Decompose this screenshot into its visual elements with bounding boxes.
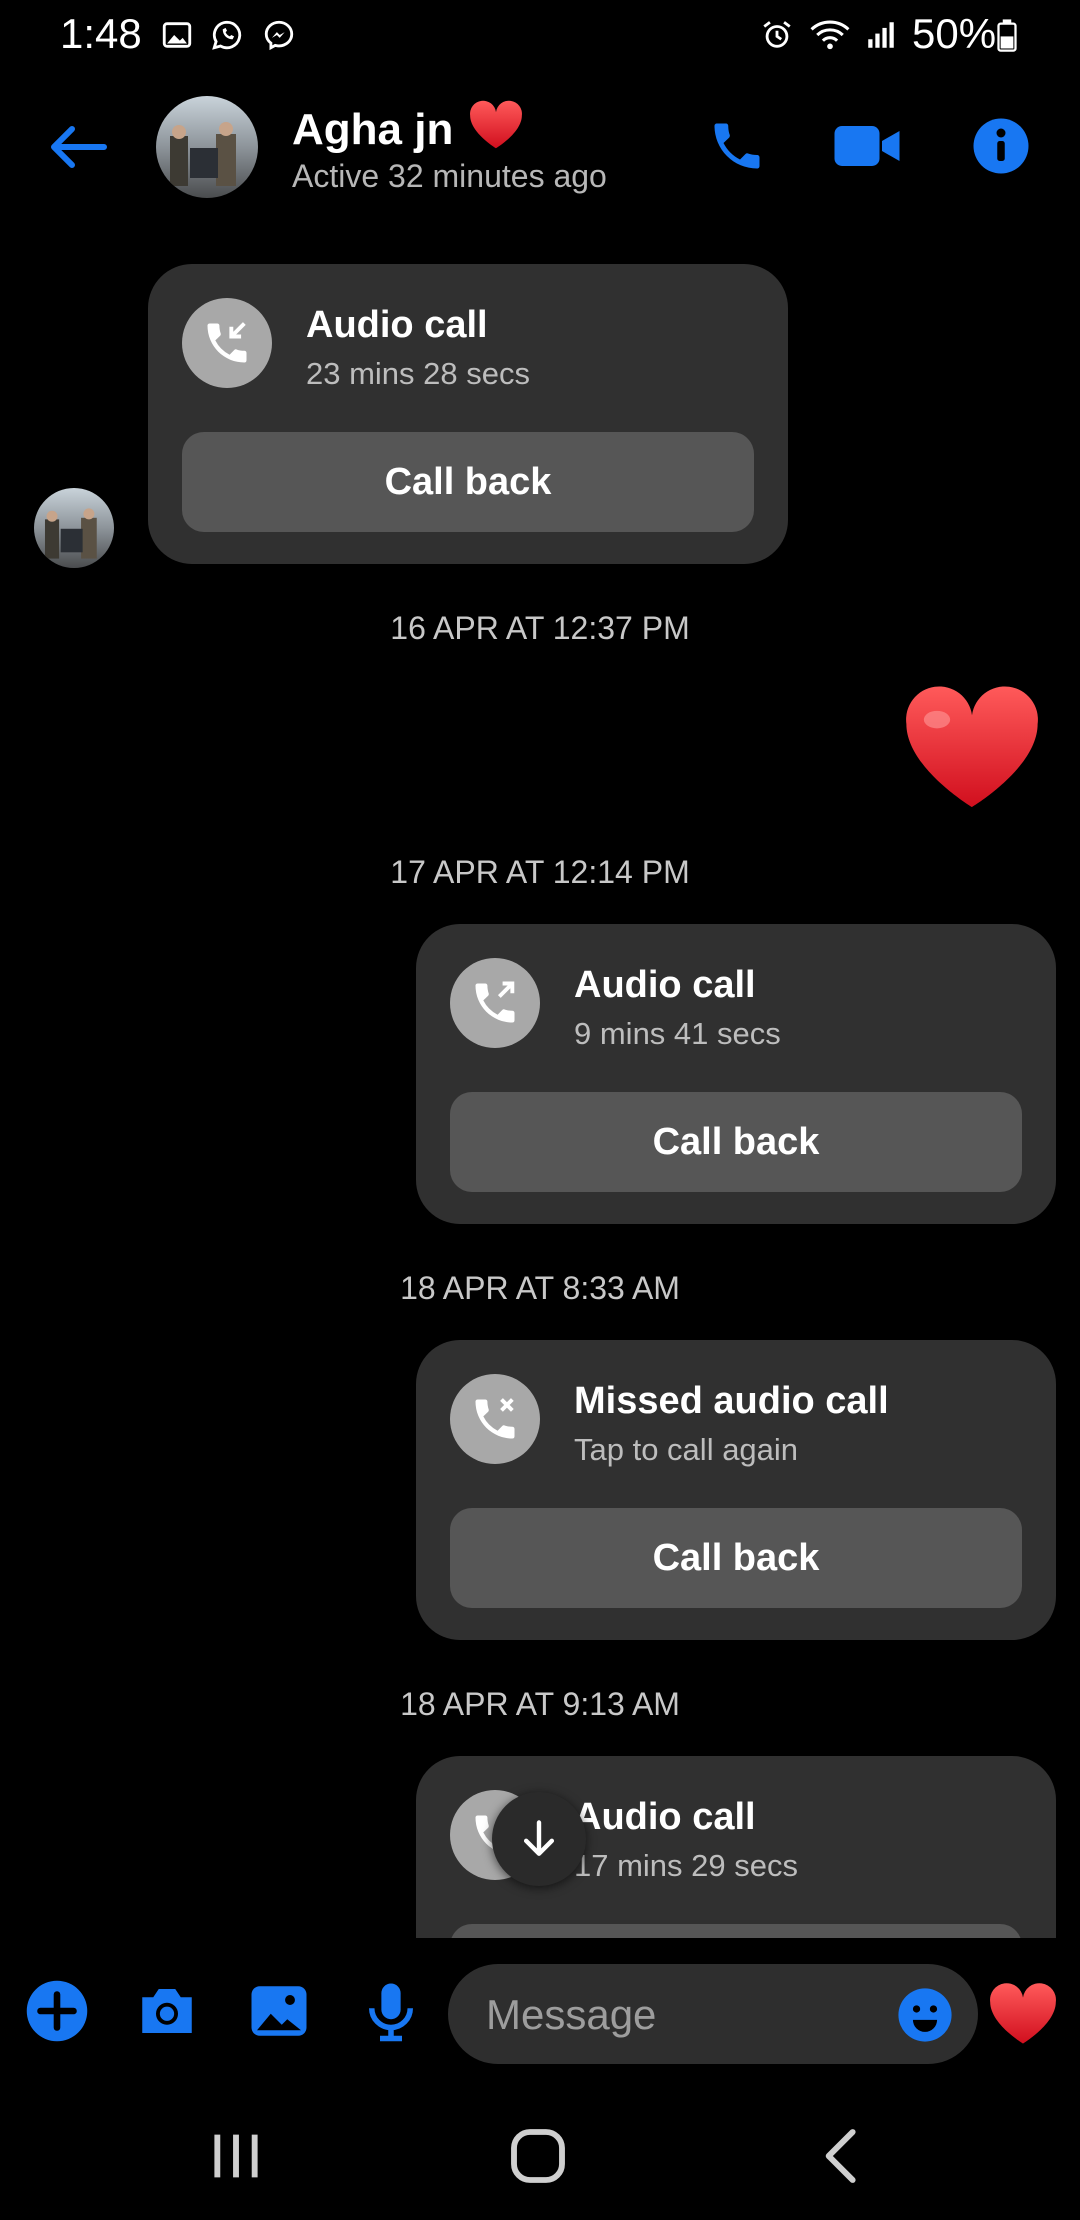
call-back-button[interactable]: Call back (450, 1092, 1022, 1192)
call-title: Missed audio call (574, 1380, 889, 1422)
back-nav-icon[interactable] (810, 2124, 874, 2188)
outgoing-call-icon (450, 958, 540, 1048)
call-title: Audio call (306, 304, 488, 346)
heart-icon (469, 100, 522, 149)
call-title: Audio call (574, 1796, 756, 1838)
call-back-button[interactable] (450, 1924, 1022, 1938)
message-timestamp: 16 APR AT 12:37 PM (390, 610, 690, 646)
status-time: 1:48 (60, 10, 142, 57)
recent-apps-icon[interactable] (204, 2124, 268, 2188)
incoming-call-icon (182, 298, 272, 388)
battery-percentage: 50% (912, 10, 997, 57)
message-timestamp: 18 APR AT 8:33 AM (400, 1270, 680, 1306)
call-bubble: Audio call 9 mins 41 secs Call back (416, 924, 1056, 1224)
back-arrow-icon[interactable] (48, 122, 108, 172)
contact-active-status: Active 32 minutes ago (292, 158, 607, 194)
contact-name[interactable]: Agha jn (292, 100, 524, 155)
message-composer (0, 1938, 1080, 2088)
whatsapp-icon (212, 20, 242, 50)
call-back-button[interactable]: Call back (450, 1508, 1022, 1608)
call-bubble: Audio call 23 mins 28 secs Call back (148, 264, 788, 564)
missed-call-icon (450, 1374, 540, 1464)
battery-icon (997, 19, 1017, 52)
emoji-icon[interactable] (896, 1986, 954, 2044)
conversation-header: Agha jn Active 32 minutes ago (0, 70, 1080, 230)
home-icon[interactable] (506, 2124, 570, 2188)
call-back-button[interactable]: Call back (182, 432, 754, 532)
video-camera-icon[interactable] (832, 116, 902, 176)
messenger-icon (264, 20, 294, 51)
info-icon[interactable] (966, 116, 1036, 176)
call-duration: 23 mins 28 secs (306, 356, 530, 391)
message-timestamp: 18 APR AT 9:13 AM (400, 1686, 680, 1722)
arrow-down-icon (523, 1820, 555, 1856)
signal-icon (868, 22, 894, 48)
status-bar: 1:48 50% (0, 0, 1080, 70)
call-title: Audio call (574, 964, 756, 1006)
scroll-to-bottom-button[interactable] (492, 1792, 586, 1886)
gallery-icon (162, 22, 192, 48)
alarm-icon (763, 21, 791, 48)
message-input[interactable] (484, 1964, 888, 2066)
contact-avatar[interactable] (156, 96, 258, 198)
wifi-icon (810, 20, 850, 50)
microphone-icon[interactable] (358, 1978, 424, 2044)
system-navigation-bar (0, 2088, 1080, 2220)
message-timestamp: 17 APR AT 12:14 PM (390, 854, 690, 890)
phone-icon[interactable] (702, 116, 772, 176)
heart-icon[interactable] (902, 684, 1042, 812)
image-icon[interactable] (246, 1978, 312, 2044)
call-bubble: Missed audio call Tap to call again Call… (416, 1340, 1056, 1640)
call-duration: 17 mins 29 secs (574, 1848, 798, 1883)
call-duration: 9 mins 41 secs (574, 1016, 781, 1051)
call-subtitle: Tap to call again (574, 1432, 799, 1467)
sender-avatar[interactable] (34, 488, 114, 568)
plus-icon[interactable] (24, 1978, 90, 2044)
message-thread[interactable]: Audio call 23 mins 28 secs Call back 16 … (0, 230, 1080, 1938)
message-input-box[interactable] (448, 1964, 978, 2066)
camera-icon[interactable] (134, 1978, 200, 2044)
heart-icon[interactable] (988, 1982, 1058, 2046)
